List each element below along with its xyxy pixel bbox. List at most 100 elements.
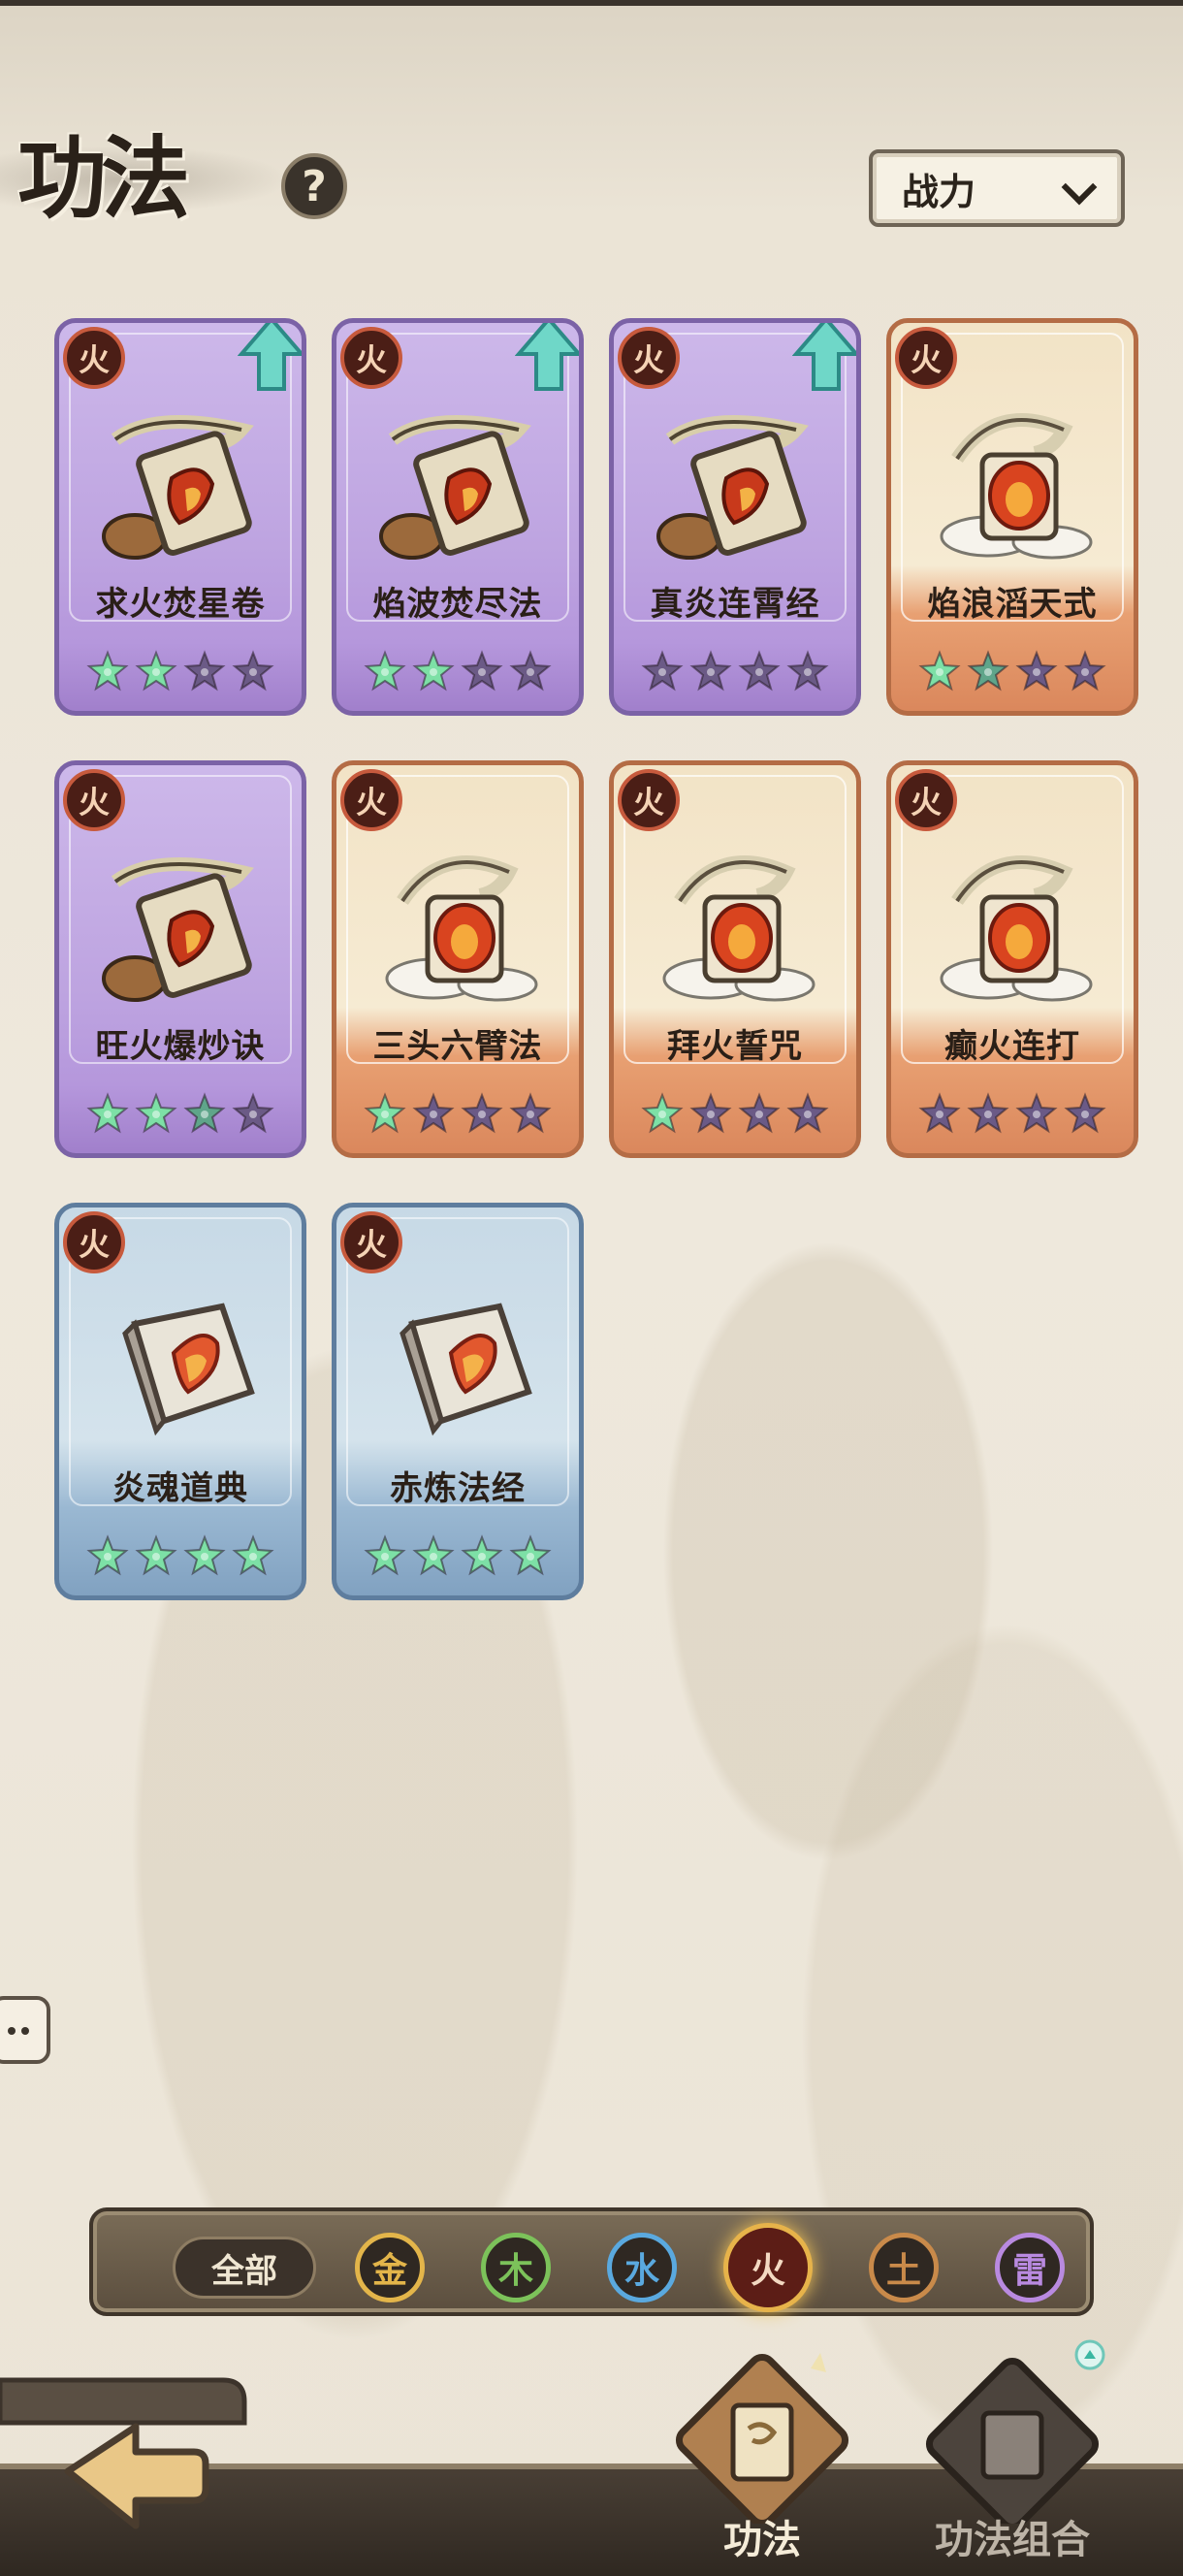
star-icon <box>363 1533 407 1578</box>
star-icon <box>737 649 782 693</box>
fire-element-icon: 火 <box>895 327 957 389</box>
star-icon <box>134 649 178 693</box>
back-button[interactable] <box>0 2363 252 2537</box>
gongfa-card[interactable]: 火癫火连打 <box>886 760 1138 1158</box>
page-title: 功法 <box>17 126 190 231</box>
star-icon <box>363 1091 407 1136</box>
fire-element-icon: 火 <box>63 1211 125 1273</box>
card-name: 求火焚星卷 <box>95 585 266 624</box>
gongfa-art-icon <box>928 401 1103 565</box>
star-icon <box>785 649 830 693</box>
star-icon <box>460 1091 504 1136</box>
star-icon <box>231 1091 275 1136</box>
tab-gongfa-combo[interactable]: 功法组合 <box>915 2339 1109 2572</box>
filter-all-button[interactable]: 全部 <box>173 2237 316 2299</box>
star-icon <box>460 1533 504 1578</box>
star-icon <box>182 649 227 693</box>
tab-gongfa-label: 功法 <box>723 2518 801 2562</box>
gongfa-card[interactable]: 火拜火誓咒 <box>609 760 861 1158</box>
star-icon <box>785 1091 830 1136</box>
star-icon <box>85 1533 130 1578</box>
star-rating <box>59 649 302 693</box>
card-name: 旺火爆炒诀 <box>95 1027 266 1066</box>
star-icon <box>460 649 504 693</box>
gongfa-art-icon <box>651 843 825 1008</box>
gongfa-art-icon <box>96 1285 271 1450</box>
star-rating <box>891 649 1134 693</box>
fire-element-icon: 火 <box>63 327 125 389</box>
card-name: 焰波焚尽法 <box>372 585 543 624</box>
filter-element-2[interactable]: 水 <box>607 2233 677 2302</box>
gongfa-card[interactable]: 火旺火爆炒诀 <box>54 760 306 1158</box>
upgrade-arrow-icon <box>515 323 579 391</box>
star-icon <box>411 1091 456 1136</box>
sort-dropdown[interactable]: 战力 <box>869 149 1125 227</box>
star-icon <box>917 649 962 693</box>
fire-element-icon: 火 <box>618 769 680 831</box>
star-rating <box>336 649 579 693</box>
gongfa-art-icon <box>651 401 825 565</box>
star-icon <box>134 1091 178 1136</box>
gongfa-tab-icon <box>675 2353 849 2528</box>
star-rating <box>59 1533 302 1578</box>
star-icon <box>1063 1091 1107 1136</box>
star-icon <box>508 1091 553 1136</box>
gongfa-art-icon <box>373 401 548 565</box>
gongfa-art-icon <box>373 843 548 1008</box>
filter-element-1[interactable]: 木 <box>481 2233 551 2302</box>
back-arrow-icon <box>0 2377 247 2529</box>
star-icon <box>917 1091 962 1136</box>
gongfa-card[interactable]: 火真炎连霄经 <box>609 318 861 716</box>
star-icon <box>1014 1091 1059 1136</box>
star-icon <box>1063 649 1107 693</box>
gongfa-art-icon <box>96 843 271 1008</box>
gongfa-card[interactable]: 火焰波焚尽法 <box>332 318 584 716</box>
fire-element-icon: 火 <box>618 327 680 389</box>
status-bar-edge <box>0 0 1183 6</box>
tab-gongfa-combo-label: 功法组合 <box>935 2518 1090 2562</box>
sort-label: 战力 <box>902 170 976 213</box>
tab-gongfa[interactable]: 功法 <box>665 2339 859 2572</box>
star-icon <box>85 649 130 693</box>
filter-element-0[interactable]: 金 <box>355 2233 425 2302</box>
upgrade-arrow-icon <box>792 323 856 391</box>
star-icon <box>640 1091 685 1136</box>
star-icon <box>411 649 456 693</box>
star-icon <box>688 649 733 693</box>
gongfa-card[interactable]: 火求火焚星卷 <box>54 318 306 716</box>
filter-element-5[interactable]: 雷 <box>995 2233 1065 2302</box>
star-rating <box>59 1091 302 1136</box>
filter-element-3[interactable]: 火 <box>723 2223 813 2312</box>
star-icon <box>966 649 1010 693</box>
help-icon[interactable]: ? <box>281 153 347 219</box>
star-rating <box>614 649 856 693</box>
fire-element-icon: 火 <box>340 769 402 831</box>
star-icon <box>1014 649 1059 693</box>
star-icon <box>688 1091 733 1136</box>
chat-bubble-icon[interactable] <box>0 1996 50 2064</box>
chevron-down-icon <box>1061 169 1098 206</box>
star-rating <box>336 1091 579 1136</box>
star-icon <box>134 1533 178 1578</box>
card-name: 焰浪滔天式 <box>927 585 1098 624</box>
card-name: 三头六臂法 <box>372 1027 543 1066</box>
gongfa-card[interactable]: 火炎魂道典 <box>54 1203 306 1600</box>
gongfa-art-icon <box>373 1285 548 1450</box>
filter-element-4[interactable]: 土 <box>869 2233 939 2302</box>
gongfa-art-icon <box>96 401 271 565</box>
gongfa-card[interactable]: 火三头六臂法 <box>332 760 584 1158</box>
star-icon <box>363 649 407 693</box>
fire-element-icon: 火 <box>340 1211 402 1273</box>
gongfa-card[interactable]: 火焰浪滔天式 <box>886 318 1138 716</box>
gongfa-card[interactable]: 火赤炼法经 <box>332 1203 584 1600</box>
star-icon <box>640 649 685 693</box>
star-icon <box>411 1533 456 1578</box>
star-icon <box>966 1091 1010 1136</box>
card-name: 真炎连霄经 <box>650 585 820 624</box>
card-name: 拜火誓咒 <box>667 1027 803 1066</box>
gongfa-art-icon <box>928 843 1103 1008</box>
star-rating <box>614 1091 856 1136</box>
element-filter-bar: 全部 金木水火土雷 <box>89 2207 1094 2316</box>
star-icon <box>737 1091 782 1136</box>
card-name: 癫火连打 <box>944 1027 1080 1066</box>
